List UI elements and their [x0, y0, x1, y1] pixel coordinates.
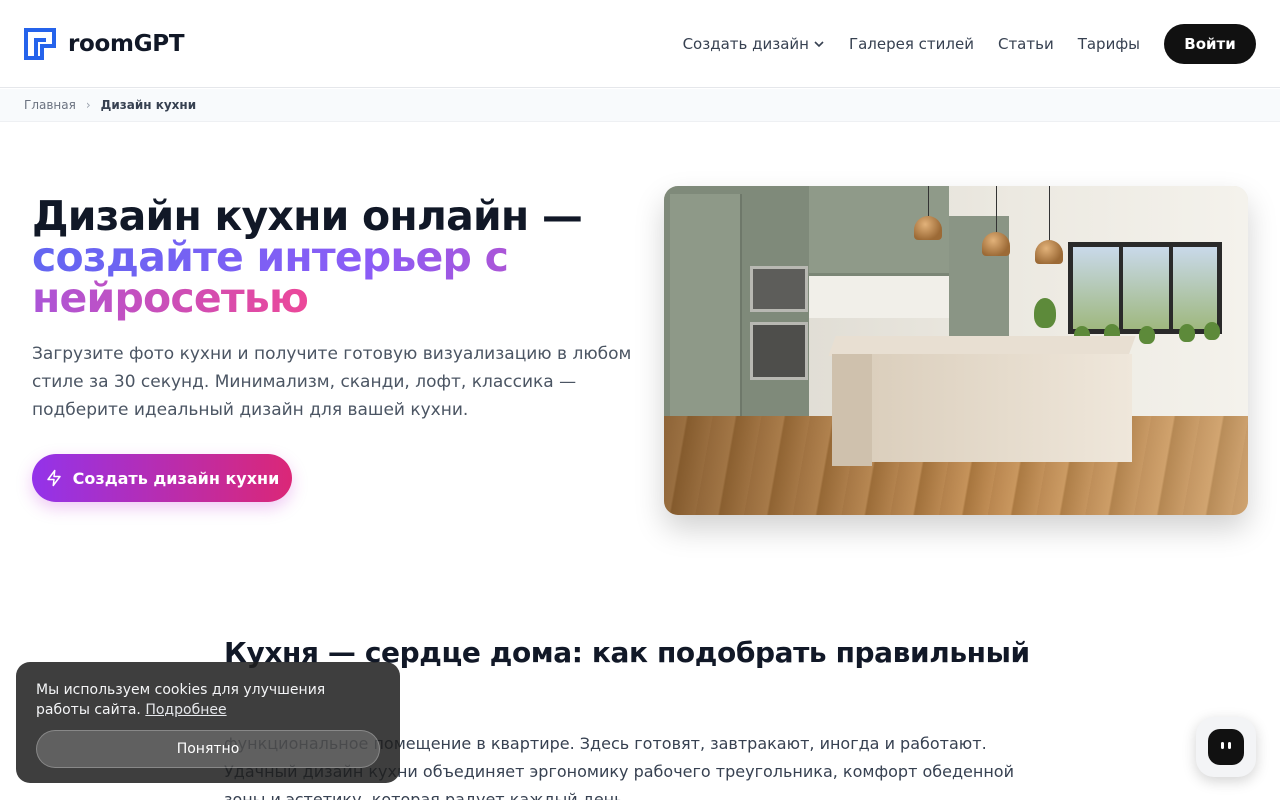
page-title-gradient: создайте интерьер с нейросетью: [32, 233, 509, 322]
cookie-details-link[interactable]: Подробнее: [145, 702, 226, 718]
login-button[interactable]: Войти: [1164, 24, 1256, 64]
cookie-banner: Мы используем cookies для улучшения рабо…: [16, 662, 400, 783]
chat-widget-button[interactable]: [1196, 717, 1256, 777]
breadcrumb-current: Дизайн кухни: [100, 98, 197, 112]
lightning-icon: [46, 469, 61, 487]
nav-create-design[interactable]: Создать дизайн: [683, 35, 825, 53]
main-nav: Создать дизайн Галерея стилей Статьи Тар…: [659, 0, 1140, 88]
page-title: Дизайн кухни онлайн — создайте интерьер …: [32, 196, 632, 319]
cookie-accept-button[interactable]: Понятно: [36, 730, 380, 768]
nav-pricing[interactable]: Тарифы: [1078, 35, 1140, 53]
logo-icon: [24, 28, 56, 60]
breadcrumb-home-link[interactable]: Главная: [24, 98, 76, 112]
chevron-right-icon: ›: [85, 98, 91, 112]
create-kitchen-design-label: Создать дизайн кухни: [72, 468, 280, 488]
site-header: roomGPT Создать дизайн Галерея стилей Ст…: [0, 0, 1280, 88]
create-kitchen-design-button[interactable]: Создать дизайн кухни: [32, 454, 292, 502]
logo-text: roomGPT: [68, 31, 185, 57]
hero-subtitle: Загрузите фото кухни и получите готовую …: [32, 344, 632, 420]
breadcrumb: Главная › Дизайн кухни: [0, 89, 1280, 122]
nav-create-design-label: Создать дизайн: [682, 35, 809, 53]
nav-articles[interactable]: Статьи: [998, 35, 1054, 53]
nav-style-gallery[interactable]: Галерея стилей: [849, 35, 974, 53]
kitchen-hero-image: [664, 186, 1248, 515]
chat-icon: [1208, 729, 1244, 765]
chevron-down-icon: [814, 41, 824, 48]
logo[interactable]: roomGPT: [24, 28, 185, 60]
cookie-text: Мы используем cookies для улучшения рабо…: [36, 680, 380, 720]
